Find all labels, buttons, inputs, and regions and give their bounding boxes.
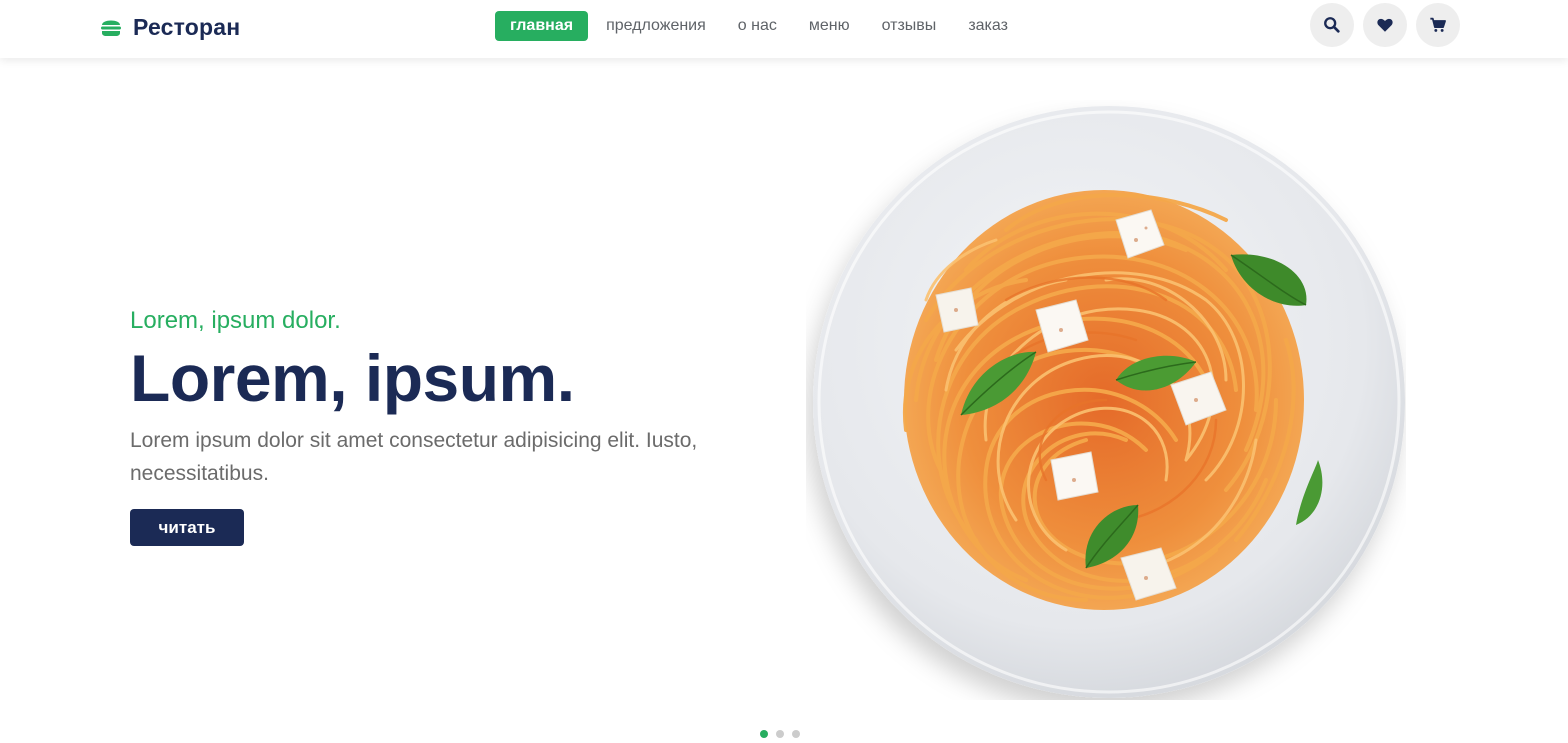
hero-subtitle: Lorem, ipsum dolor.: [130, 307, 341, 334]
favorites-button[interactable]: [1363, 3, 1407, 47]
nav-item-about[interactable]: о нас: [723, 11, 792, 41]
pasta-plate-image: [806, 100, 1406, 700]
header-actions: [1310, 3, 1460, 47]
nav-item-menu[interactable]: меню: [794, 11, 865, 41]
search-button[interactable]: [1310, 3, 1354, 47]
nav-item-home[interactable]: главная: [495, 11, 589, 41]
logo[interactable]: Ресторан: [99, 13, 240, 41]
slider-dots: [760, 730, 800, 738]
main-nav: главная предложения о нас меню отзывы за…: [495, 11, 1025, 41]
slider-dot-3[interactable]: [792, 730, 800, 738]
nav-item-order[interactable]: заказ: [953, 11, 1023, 41]
site-header: Ресторан главная предложения о нас меню …: [0, 0, 1568, 58]
heart-icon: [1377, 18, 1393, 32]
hero-description: Lorem ipsum dolor sit amet consectetur a…: [130, 429, 698, 485]
nav-item-reviews[interactable]: отзывы: [867, 11, 952, 41]
search-icon: [1324, 17, 1340, 33]
brand-name: Ресторан: [133, 13, 241, 40]
hero-section: Lorem, ipsum dolor. Lorem, ipsum. Lorem …: [130, 305, 770, 546]
nav-item-offers[interactable]: предложения: [591, 11, 721, 41]
hero-title: Lorem, ipsum.: [130, 341, 575, 415]
hamburger-icon: [101, 20, 121, 36]
cart-icon: [1430, 17, 1446, 32]
slider-dot-2[interactable]: [776, 730, 784, 738]
slider-dot-1[interactable]: [760, 730, 768, 738]
read-more-button[interactable]: читать: [130, 509, 244, 546]
cart-button[interactable]: [1416, 3, 1460, 47]
